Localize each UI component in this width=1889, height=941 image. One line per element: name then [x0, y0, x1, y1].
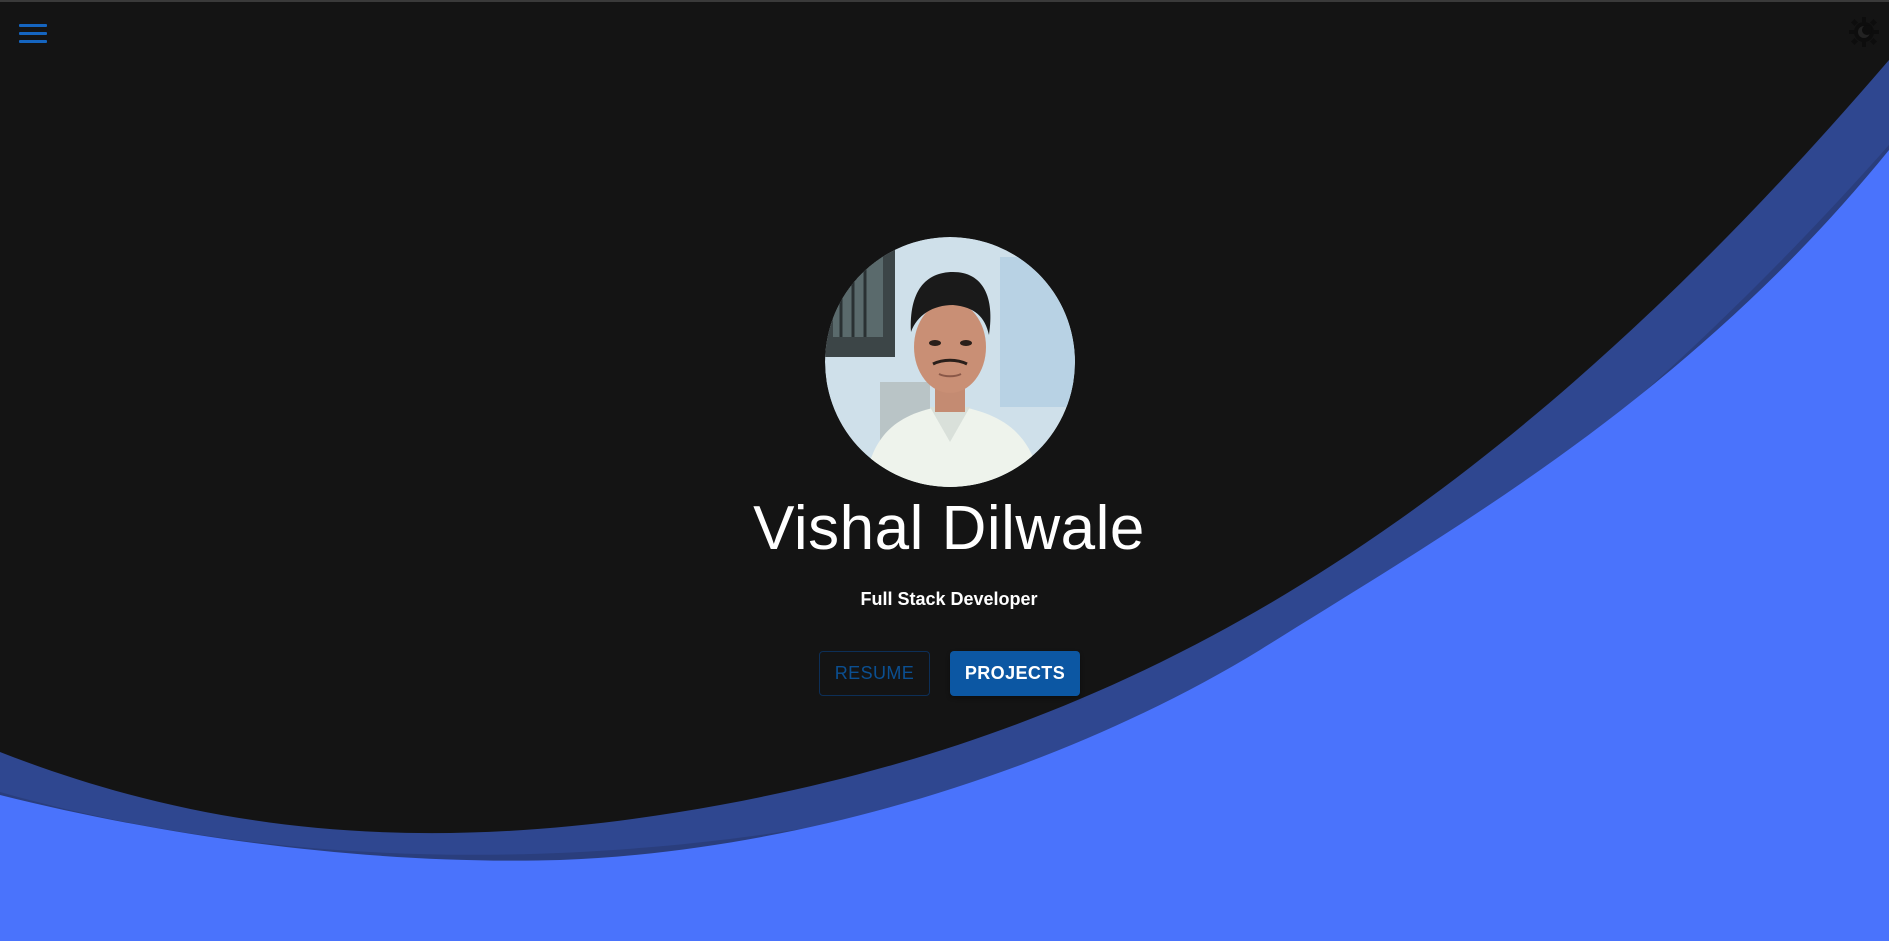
hero-section: Vishal Dilwale Full Stack Developer RESU…	[0, 0, 1889, 941]
avatar	[825, 237, 1075, 487]
resume-button[interactable]: RESUME	[819, 651, 930, 696]
projects-button[interactable]: PROJECTS	[950, 651, 1080, 696]
profile-role: Full Stack Developer	[860, 589, 1038, 609]
profile-photo	[825, 237, 1075, 487]
portfolio-page: Vishal Dilwale Full Stack Developer RESU…	[0, 0, 1889, 941]
profile-name: Vishal Dilwale	[753, 494, 1145, 563]
